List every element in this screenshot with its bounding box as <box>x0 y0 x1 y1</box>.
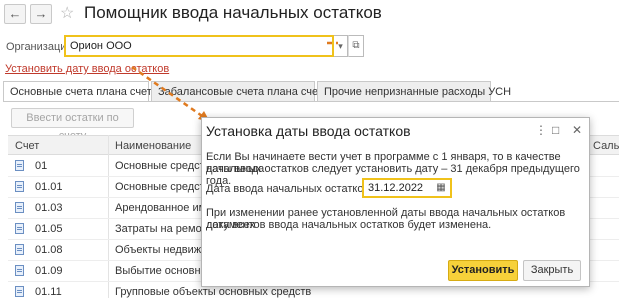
set-date-dialog: Установка даты ввода остатков ⋮ □ ✕ Если… <box>201 117 590 287</box>
more-menu-icon[interactable]: ⋮ <box>535 123 547 137</box>
note-text-line-2: документов ввода начальных остатков буде… <box>206 219 492 231</box>
helper-window: ← → ☆ Помощник ввода начальных остатков … <box>0 0 619 298</box>
date-label: Дата ввода начальных остатков: <box>206 183 373 195</box>
calendar-icon[interactable]: ▦ <box>434 181 448 195</box>
dialog-title: Установка даты ввода остатков <box>206 123 411 139</box>
set-button[interactable]: Установить <box>448 260 518 281</box>
date-input[interactable]: 31.12.2022 ▦ <box>362 178 452 198</box>
close-icon[interactable]: ✕ <box>572 123 582 137</box>
close-button[interactable]: Закрыть <box>523 260 581 281</box>
date-value: 31.12.2022 <box>368 182 424 194</box>
maximize-icon[interactable]: □ <box>552 123 559 137</box>
